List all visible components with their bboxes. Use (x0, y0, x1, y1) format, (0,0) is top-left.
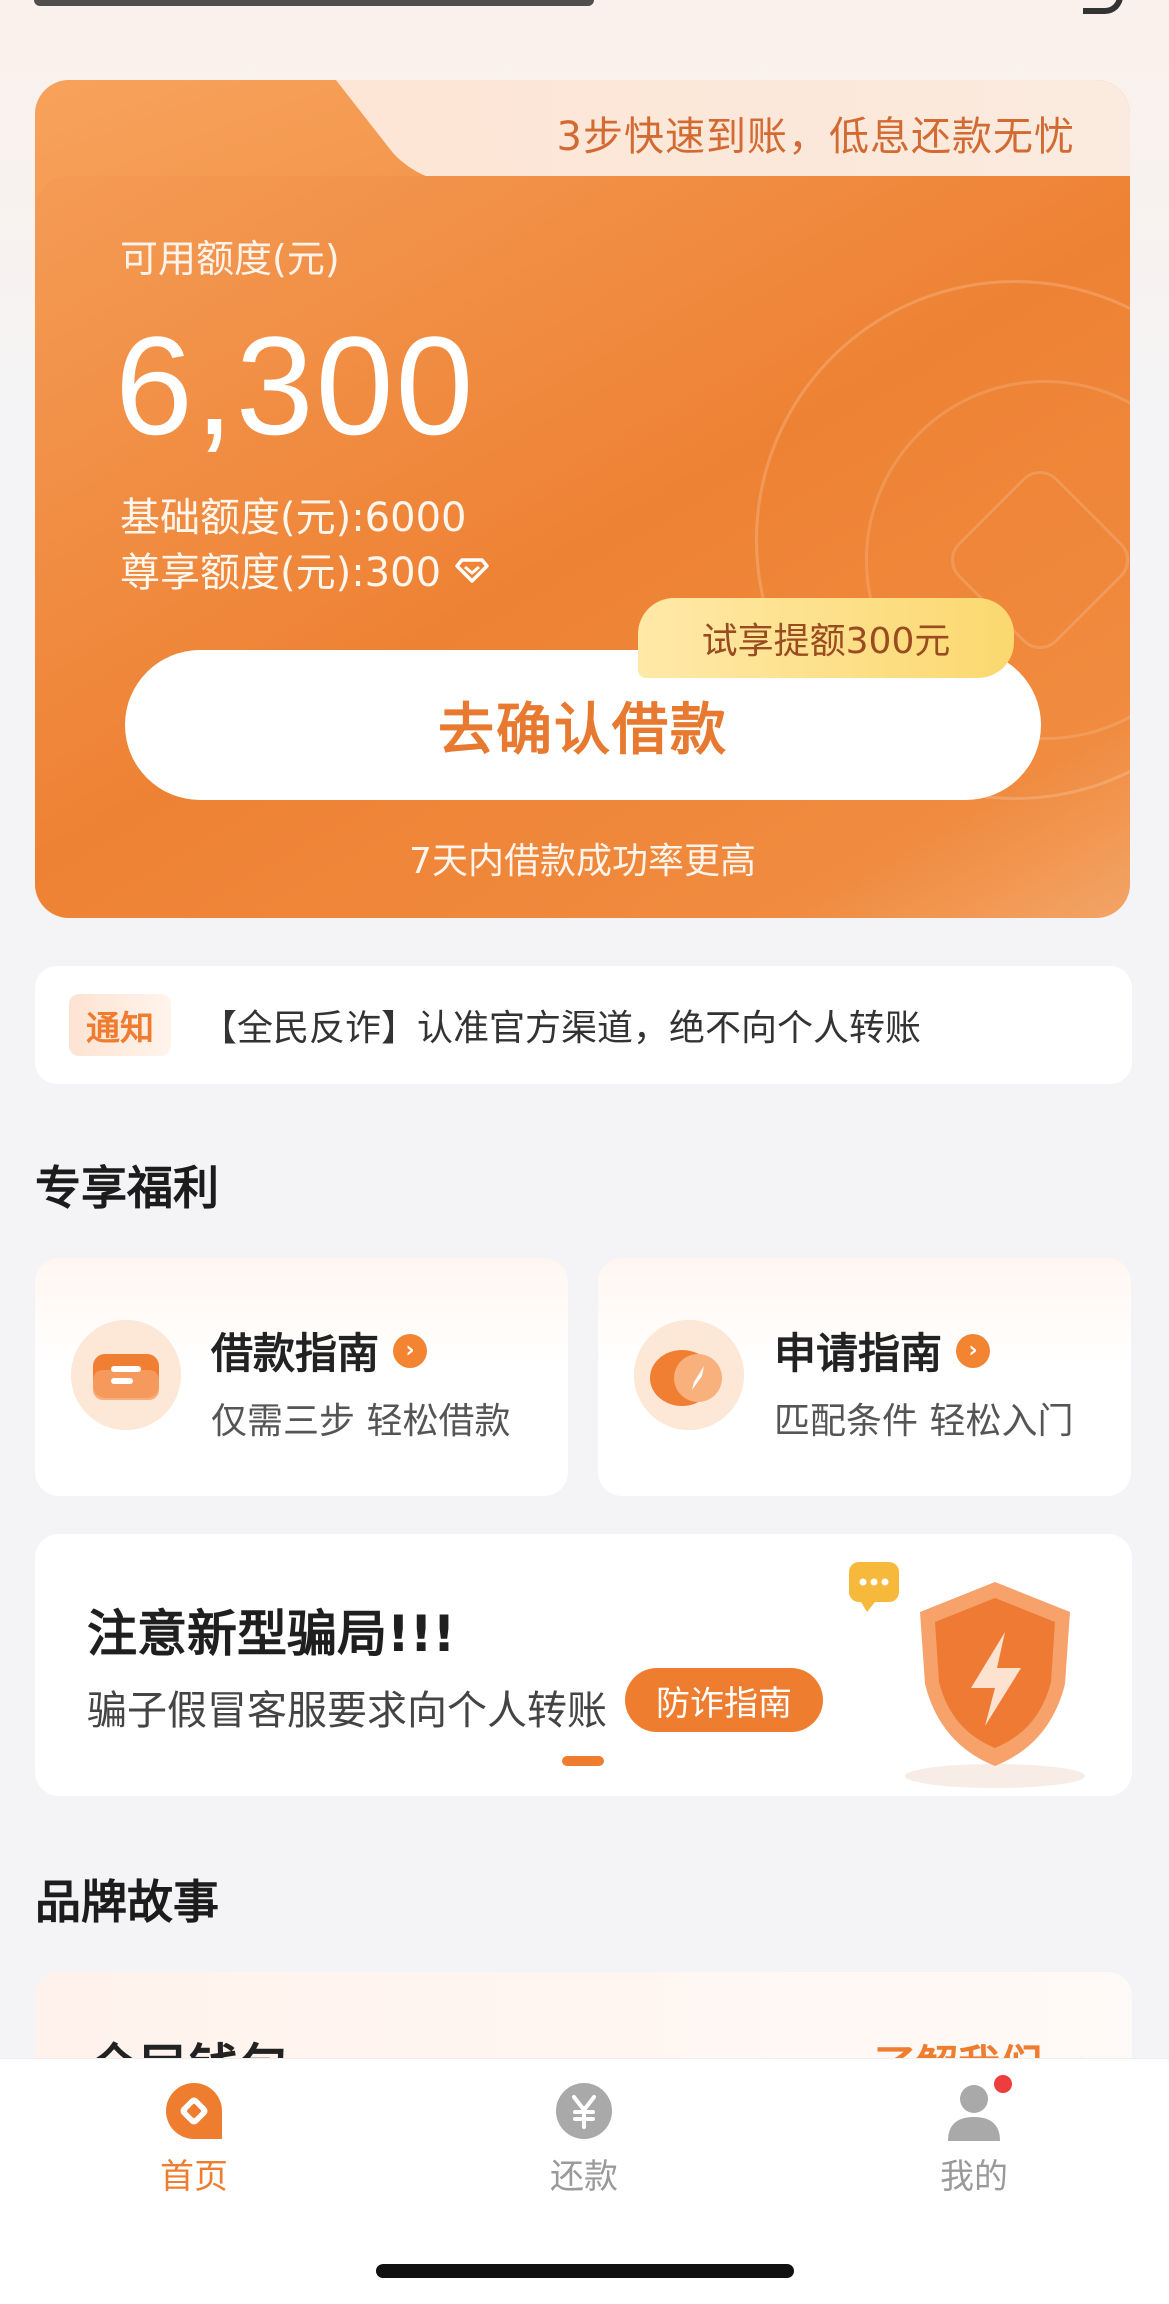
fraud-subtitle: 骗子假冒客服要求向个人转账 (87, 1688, 607, 1734)
user-icon (942, 2075, 1012, 2143)
available-amount: 6,300 (115, 307, 476, 464)
apply-guide-title: 申请指南 (774, 1329, 943, 1378)
nav-home-label: 首页 (160, 2157, 228, 2197)
notice-text: 【全民反诈】认准官方渠道，绝不向个人转账 (201, 1008, 922, 1049)
home-icon (162, 2079, 226, 2143)
apply-guide-title-row: 申请指南 › (774, 1320, 991, 1381)
nav-repay-label: 还款 (550, 2157, 618, 2197)
notice-tag: 通知 (69, 994, 171, 1056)
loan-guide-card[interactable]: 借款指南 › 仅需三步 轻松借款 (35, 1258, 568, 1496)
chevron-right-icon: › (393, 1333, 428, 1368)
vip-quota-row: 尊享额度(元):300 (120, 540, 489, 598)
loan-tip: 7天内借款成功率更高 (409, 841, 756, 882)
yuan-icon (552, 2079, 616, 2143)
nav-mine-label: 我的 (940, 2157, 1008, 2197)
fraud-title: 注意新型骗局!!! (87, 1605, 456, 1663)
chevron-right-icon: › (956, 1333, 991, 1368)
base-quota: 基础额度(元):6000 (120, 495, 467, 541)
compass-icon (634, 1320, 744, 1430)
clipped-title-bar (34, 0, 594, 6)
brand-card-title: 全民钱包 (89, 2028, 289, 2062)
promo-tab: 3步快速到账，低息还款无忧 (435, 80, 1130, 180)
nav-repay[interactable]: 还款 (484, 2079, 684, 2198)
trial-increase-badge: 试享提额300元 (638, 598, 1014, 678)
available-label: 可用额度(元) (120, 237, 340, 281)
apply-guide-card[interactable]: 申请指南 › 匹配条件 轻松入门 (598, 1258, 1131, 1496)
carousel-indicator (562, 1756, 604, 1766)
home-indicator (376, 2264, 794, 2278)
credit-card: 3步快速到账，低息还款无忧 可用额度(元) 6,300 基础额度(元):6000… (35, 80, 1130, 918)
vip-quota: 尊享额度(元):300 (120, 550, 442, 596)
anti-fraud-guide-button[interactable]: 防诈指南 (625, 1668, 823, 1732)
nav-mine[interactable]: 我的 (874, 2075, 1074, 2198)
fraud-warning-banner[interactable]: 注意新型骗局!!! 骗子假冒客服要求向个人转账 防诈指南 (35, 1534, 1132, 1796)
loan-guide-title-row: 借款指南 › (211, 1320, 428, 1381)
notice-bar[interactable]: 通知 【全民反诈】认准官方渠道，绝不向个人转账 (35, 966, 1132, 1084)
nav-home[interactable]: 首页 (94, 2079, 294, 2198)
ticket-icon (71, 1320, 181, 1430)
notification-dot (994, 2075, 1012, 2093)
brand-story-card[interactable]: 全民钱包 了解我们 → (35, 1972, 1132, 2062)
brand-section-title: 品牌故事 (35, 1875, 219, 1929)
diamond-icon (455, 558, 489, 583)
apply-guide-subtitle: 匹配条件 轻松入门 (774, 1401, 1074, 1442)
shield-icon (849, 1562, 1085, 1788)
loan-guide-title: 借款指南 (211, 1329, 380, 1378)
welfare-section-title: 专享福利 (35, 1161, 219, 1215)
loan-guide-subtitle: 仅需三步 轻松借款 (211, 1401, 511, 1442)
promo-tab-text: 3步快速到账，低息还款无忧 (556, 114, 1075, 160)
